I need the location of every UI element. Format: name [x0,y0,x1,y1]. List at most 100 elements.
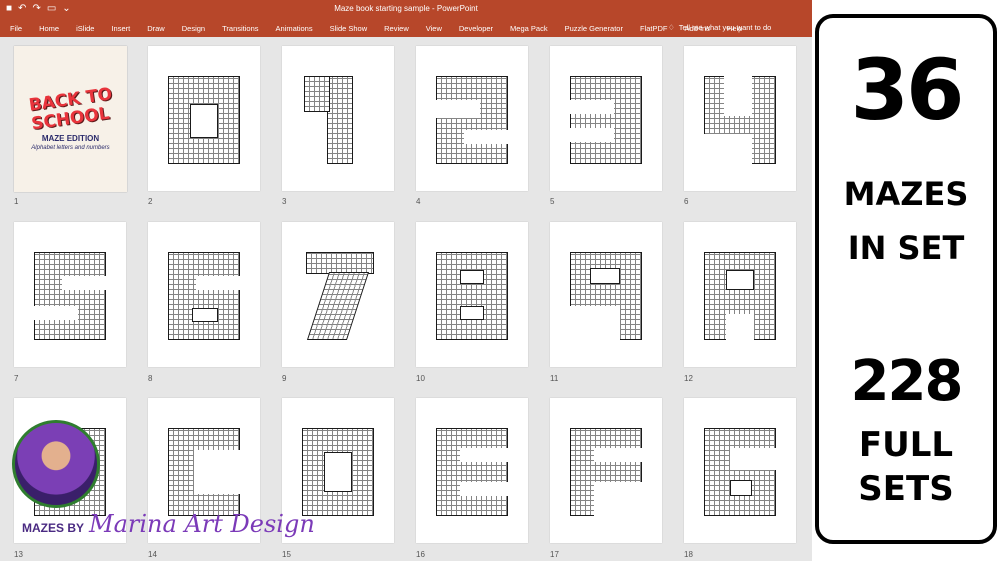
slide-number: 9 [282,374,287,383]
maze-7-stem [306,272,370,340]
maze-hole [590,268,620,284]
maze-gap [196,276,240,290]
credit-name: Marina Art Design [89,510,315,538]
slide-number: 16 [416,550,425,559]
promo-line3: FULL [858,425,954,465]
maze-gap [460,482,508,496]
maze-hole [192,308,218,322]
maze-gap [704,134,752,164]
tab-islide[interactable]: iSlide [76,24,94,33]
slide-number: 7 [14,374,19,383]
ribbon-tabs: File Home iSlide Insert Draw Design Tran… [0,19,812,37]
slide-number: 1 [14,197,19,206]
tab-mega-pack[interactable]: Mega Pack [510,24,548,33]
tab-puzzle-generator[interactable]: Puzzle Generator [565,24,623,33]
maze-count: 36 [850,41,965,139]
maze-5-image [34,252,106,340]
maze-hole [460,306,484,320]
powerpoint-window: ■ ↶ ↷ ▭ ⌄ Maze book starting sample - Po… [0,0,812,561]
maze-gap [726,314,754,340]
slide-number: 5 [550,197,555,206]
promo-line4: SETS [858,469,954,509]
maze-G-image [704,428,776,516]
tab-developer[interactable]: Developer [459,24,493,33]
maze-1-image [327,76,353,164]
credit-by: MAZES BY [22,521,85,535]
slide-number: 11 [550,374,559,383]
set-count: 228 [850,349,964,414]
maze-gap [594,448,642,462]
slide-thumbnail-2[interactable] [416,46,528,191]
tab-design[interactable]: Design [182,24,205,33]
slide-number: 4 [416,197,421,206]
slide-thumbnail-7[interactable] [282,222,394,367]
maze-E-image [436,428,508,516]
maze-7-image [306,252,374,274]
tab-slide-show[interactable]: Slide Show [330,24,368,33]
maze-gap [464,130,508,144]
slide-thumbnail-1[interactable] [282,46,394,191]
tab-view[interactable]: View [426,24,442,33]
maze-6-image [168,252,240,340]
maze-hole [190,104,218,138]
maze-gap [460,448,508,462]
slide-thumbnail-4[interactable] [684,46,796,191]
slide-thumbnail-3[interactable] [550,46,662,191]
slide-number: 12 [684,374,693,383]
slide-number: 10 [416,374,425,383]
maze-gap [194,450,240,494]
slide-thumbnail-10[interactable] [684,222,796,367]
tab-file[interactable]: File [10,24,22,33]
promo-line2: IN SET [847,229,965,267]
maze-hole [460,270,484,284]
slide-thumbnail-14[interactable] [416,398,528,543]
slide-number: 8 [148,374,153,383]
maze-8-image [436,252,508,340]
slide-number: 2 [148,197,153,206]
slide-number: 17 [550,550,559,559]
maze-hole [726,270,754,290]
slide-thumbnail-5[interactable] [14,222,126,367]
promo-panel: 36 MAZES IN SET 228 FULL SETS [815,14,997,544]
maze-2-image [436,76,508,164]
maze-gap [62,276,106,290]
tell-me-label: Tell me what you want to do [678,23,772,32]
maze-1-flag [304,76,330,112]
slide-thumbnail-0[interactable] [148,46,260,191]
slide-thumbnail-9[interactable] [550,222,662,367]
tab-animations[interactable]: Animations [276,24,313,33]
tab-draw[interactable]: Draw [147,24,165,33]
maze-gap [570,100,614,114]
lightbulb-icon: ♢ [668,23,675,32]
maze-gap [724,76,752,116]
maze-gap [594,482,642,516]
tab-review[interactable]: Review [384,24,409,33]
maze-hole [730,480,752,496]
slide-number: 18 [684,550,693,559]
tell-me-search[interactable]: ♢ Tell me what you want to do [668,23,771,32]
slide-number: 3 [282,197,287,206]
slide-thumbnail-cover[interactable]: BACK TO SCHOOL MAZE EDITION Alphabet let… [14,46,127,192]
maze-gap [34,306,78,320]
author-credit: MAZES BY Marina Art Design [22,510,315,538]
slide-number: 15 [282,550,291,559]
slide-thumbnail-8[interactable] [416,222,528,367]
maze-gap [436,100,480,118]
slide-thumbnail-6[interactable] [148,222,260,367]
tab-insert[interactable]: Insert [111,24,130,33]
maze-3-image [570,76,642,164]
title-bar: ■ ↶ ↷ ▭ ⌄ Maze book starting sample - Po… [0,0,812,19]
slide-number: 14 [148,550,157,559]
tab-home[interactable]: Home [39,24,59,33]
tab-flatpdf[interactable]: FlatPDF [640,24,668,33]
cover-tagline: Alphabet letters and numbers [31,145,110,151]
tab-transitions[interactable]: Transitions [222,24,258,33]
slide-thumbnail-16[interactable] [684,398,796,543]
slide-thumbnail-15[interactable] [550,398,662,543]
maze-gap [570,128,614,142]
window-title: Maze book starting sample - PowerPoint [334,4,478,13]
slide-number: 6 [684,197,689,206]
maze-gap [730,448,776,470]
maze-gap [570,306,620,340]
cover-subtitle: MAZE EDITION [41,134,100,143]
